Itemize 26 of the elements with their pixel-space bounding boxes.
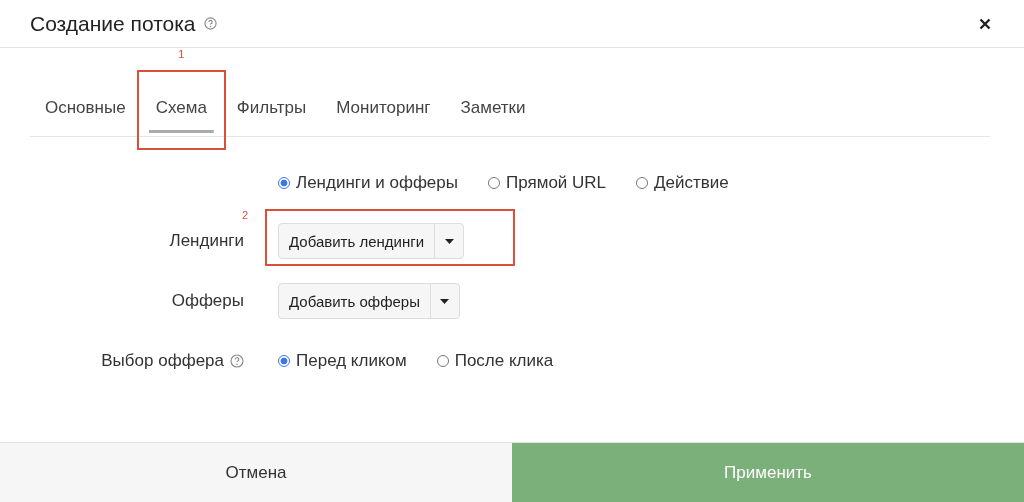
- dialog-title: Создание потока: [30, 11, 196, 36]
- caret-icon: [444, 238, 454, 244]
- radio-button[interactable]: [278, 177, 290, 189]
- tab[interactable]: Мониторинг: [321, 80, 446, 136]
- radio-button[interactable]: [488, 177, 500, 189]
- radio-label: Действие: [654, 173, 729, 193]
- tab[interactable]: Основные: [30, 80, 141, 136]
- help-icon[interactable]: [203, 17, 217, 30]
- cancel-button[interactable]: Отмена: [0, 443, 512, 502]
- annotation-number: 2: [242, 209, 249, 221]
- tab[interactable]: Заметки: [445, 80, 541, 136]
- radio-label: Перед кликом: [296, 351, 407, 371]
- radio-label: Лендинги и офферы: [296, 173, 458, 193]
- annotation-number: 1: [177, 48, 186, 60]
- radio-button[interactable]: [436, 355, 449, 367]
- radio-label: После клика: [454, 351, 554, 371]
- field-label: Лендинги: [169, 231, 244, 251]
- radio-label: Прямой URL: [506, 173, 607, 193]
- field-label: Выбор оффера: [101, 351, 224, 371]
- close-icon[interactable]: [979, 17, 991, 30]
- tab[interactable]: Фильтры: [221, 80, 322, 136]
- field-label: Офферы: [171, 291, 244, 311]
- help-icon[interactable]: [230, 354, 244, 368]
- caret-icon: [440, 298, 450, 304]
- radio-button[interactable]: [636, 177, 649, 189]
- radio-button[interactable]: [278, 355, 290, 367]
